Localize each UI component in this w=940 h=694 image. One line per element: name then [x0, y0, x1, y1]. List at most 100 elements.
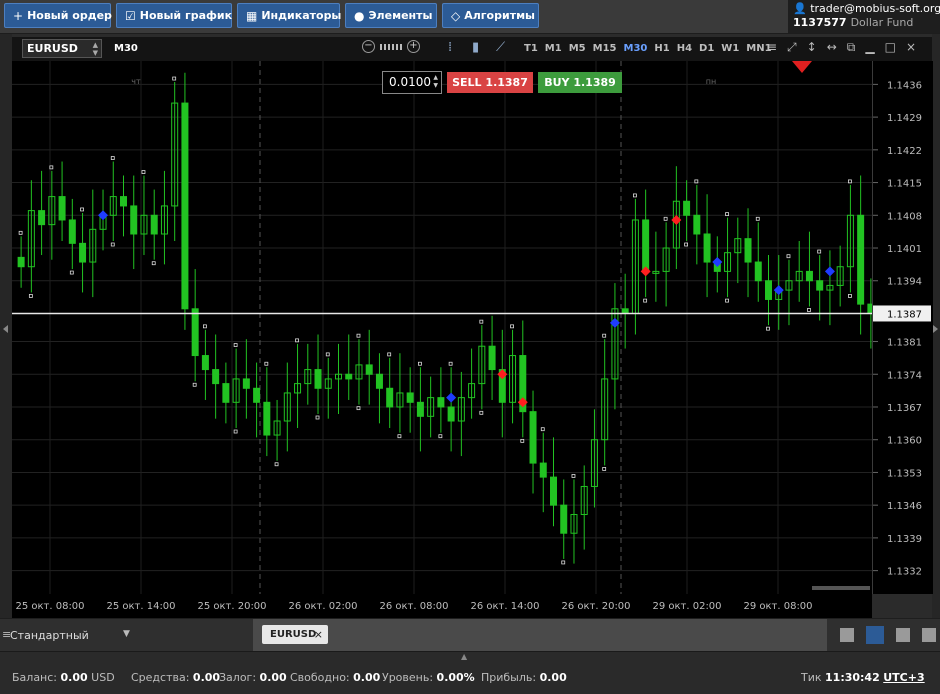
elements-button[interactable]: ● Элементы	[345, 3, 437, 28]
candle-body	[805, 270, 813, 282]
sell-button[interactable]: SELL 1.1387	[447, 72, 533, 93]
period-d1[interactable]: D1	[699, 43, 714, 54]
algorithms-label: Алгоритмы	[464, 9, 536, 22]
layout-grid-icon[interactable]	[866, 626, 884, 644]
candle-body	[703, 233, 711, 263]
vertical-line-icon[interactable]: ↕	[807, 40, 817, 55]
price-tick-label: 1.1429	[887, 113, 922, 124]
collapse-up-icon[interactable]: ▲	[461, 652, 467, 661]
plus-icon: +	[13, 8, 24, 23]
candle-body	[437, 397, 445, 408]
close-icon[interactable]: ×	[906, 40, 916, 55]
tick-time: 11:30:42	[825, 671, 880, 684]
fractal-up-marker	[633, 193, 637, 198]
fractal-down-marker	[233, 429, 238, 434]
account-fund: 1137577 Dollar Fund	[793, 16, 940, 29]
period-m30[interactable]: M30	[624, 43, 648, 54]
candlestick-chart[interactable]: чтптпн	[12, 61, 872, 594]
algorithms-button[interactable]: ◇ Алгоритмы	[442, 3, 539, 28]
fractal-down-marker	[725, 298, 729, 303]
cursor-line-icon[interactable]: ⁞	[448, 40, 452, 55]
time-tick-label: 25 окт. 20:00	[197, 601, 266, 612]
free-status: Свободно: 0.00	[290, 671, 380, 684]
period-w1[interactable]: W1	[721, 43, 739, 54]
line-chart-icon[interactable]: ⟋	[496, 40, 505, 55]
funds-status: Средства: 0.00	[131, 671, 220, 684]
left-collapse-strip[interactable]	[0, 34, 12, 618]
margin-status: Залог: 0.00	[219, 671, 287, 684]
workspace-preset[interactable]: Стандартный	[10, 629, 89, 642]
price-tick-label: 1.1353	[887, 468, 922, 479]
fractal-up-marker	[418, 361, 422, 366]
trade-panel: 0.0100 ▲ ▼ SELL 1.1387 BUY 1.1389	[382, 71, 622, 94]
right-collapse-strip[interactable]	[932, 34, 940, 618]
fractal-down-marker	[192, 382, 197, 387]
time-tick-label: 25 окт. 08:00	[15, 601, 84, 612]
period-m1[interactable]: M1	[545, 43, 562, 54]
fractal-down-marker	[28, 294, 33, 298]
indicators-button[interactable]: ▦ Индикаторы	[237, 3, 342, 28]
fractal-down-marker	[397, 434, 402, 439]
minimize-icon[interactable]: ▁	[865, 40, 874, 55]
free-label: Свободно:	[290, 671, 350, 684]
zoom-control: − +	[362, 40, 420, 53]
candle-body	[191, 308, 199, 357]
lot-size-input[interactable]: 0.0100 ▲ ▼	[382, 71, 442, 94]
margin-label: Залог:	[219, 671, 257, 684]
level-status: Уровень: 0.00%	[382, 671, 475, 684]
period-t1[interactable]: T1	[524, 43, 538, 54]
layout-single-icon[interactable]	[840, 628, 854, 642]
lot-spinner-icon[interactable]: ▲ ▼	[433, 74, 438, 90]
timezone-select[interactable]: UTC+3	[883, 671, 924, 684]
zoom-out-icon[interactable]: −	[362, 40, 375, 53]
fractal-up-marker	[387, 352, 392, 357]
candle-body	[345, 373, 353, 380]
maximize-icon[interactable]: □	[885, 40, 896, 55]
new-order-button[interactable]: + Новый ордер	[4, 3, 112, 28]
layout-columns-icon[interactable]	[896, 628, 910, 642]
zoom-in-icon[interactable]: +	[407, 40, 420, 53]
buy-button[interactable]: BUY 1.1389	[538, 72, 622, 93]
shift-marker-icon[interactable]	[792, 61, 812, 73]
close-tab-icon[interactable]: ×	[314, 625, 323, 644]
indicators-label: Индикаторы	[261, 9, 342, 22]
price-axis[interactable]: 1.1436 1.1429 1.1422 1.1415 1.1408 1.1401 1.13…	[872, 61, 933, 594]
expand-left-icon[interactable]	[3, 325, 8, 333]
ray-icon[interactable]: ↔	[827, 40, 837, 55]
period-m15[interactable]: M15	[593, 43, 617, 54]
candle-body	[683, 200, 691, 216]
popout-icon[interactable]: ⧉	[847, 40, 856, 55]
buy-label: BUY	[544, 76, 570, 89]
profit-status: Прибыль: 0.00	[481, 671, 567, 684]
trend-line-icon[interactable]: ⤢	[787, 40, 797, 55]
layout-rows-icon[interactable]	[922, 628, 936, 642]
tick-status: Тик 11:30:42 UTC+3	[801, 671, 925, 684]
expand-right-icon[interactable]	[933, 325, 938, 333]
period-h4[interactable]: H4	[677, 43, 692, 54]
symbol-select[interactable]: EURUSD ▲ ▼	[22, 39, 102, 58]
period-m5[interactable]: M5	[569, 43, 586, 54]
price-tick-label: 1.1415	[887, 179, 922, 190]
chart-scrollbar[interactable]	[812, 586, 870, 590]
spinner-icon[interactable]: ▲ ▼	[93, 40, 98, 57]
chart-plot-area[interactable]: чтптпн	[12, 61, 872, 594]
candles-icon[interactable]: ▮	[472, 40, 479, 55]
symbol-value: EURUSD	[27, 42, 78, 55]
horizontal-line-icon[interactable]: ≡	[767, 40, 777, 55]
time-axis[interactable]: 25 окт. 08:00 25 окт. 14:00 25 окт. 20:00 2…	[12, 594, 872, 618]
chevron-down-icon[interactable]: ▼	[123, 629, 130, 639]
fractal-down-marker	[69, 270, 74, 275]
free-value: 0.00	[353, 671, 381, 684]
time-tick-label: 29 окт. 02:00	[652, 601, 721, 612]
chart-tab-eurusd[interactable]: EURUSD ×	[262, 625, 328, 644]
candle-body	[488, 345, 496, 371]
fractal-down-marker	[807, 308, 811, 312]
period-h1[interactable]: H1	[654, 43, 669, 54]
sell-price: 1.1387	[485, 76, 528, 89]
new-chart-button[interactable]: ☑ Новый график	[116, 3, 232, 28]
margin-value: 0.00	[259, 671, 287, 684]
period-bar: T1 M1 M5 M15 M30 H1 H4 D1 W1 MN1	[524, 43, 772, 54]
fractal-down-marker	[438, 434, 443, 439]
zoom-slider[interactable]	[380, 43, 402, 50]
account-panel[interactable]: 👤 trader@mobius-soft.org 1137577 Dollar F…	[788, 0, 940, 33]
